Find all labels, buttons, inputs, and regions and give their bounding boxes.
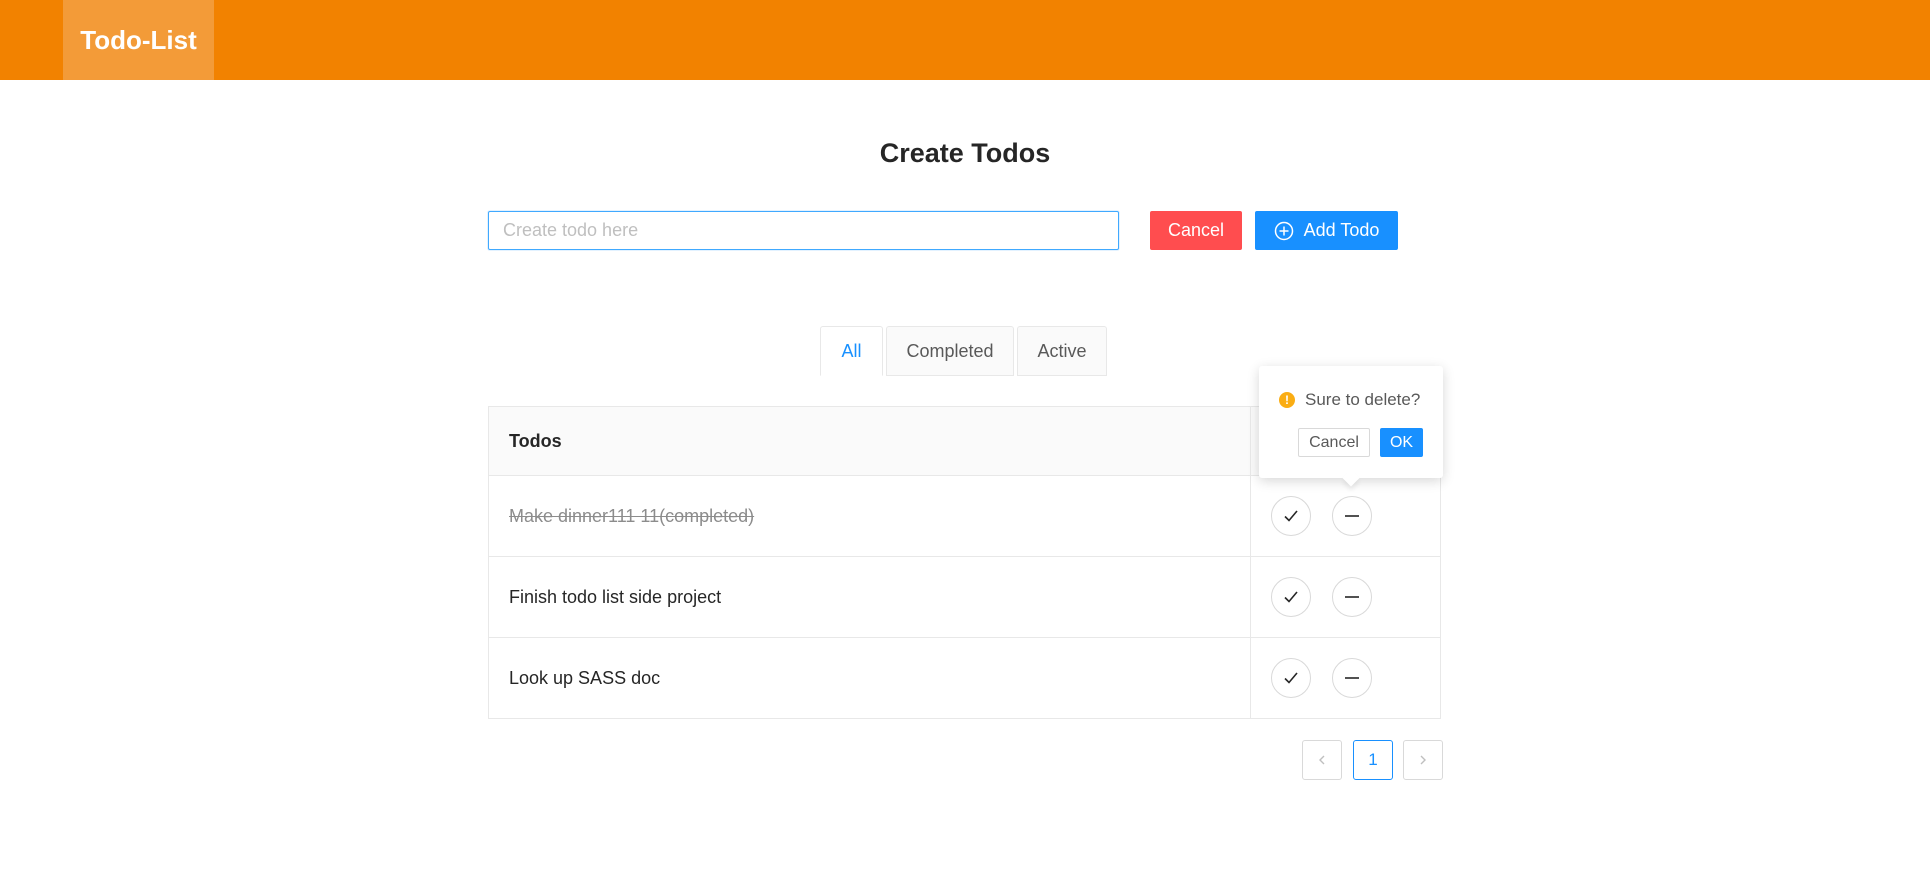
row-actions [1251, 476, 1440, 556]
minus-icon [1345, 515, 1359, 517]
add-todo-button-label: Add Todo [1303, 220, 1380, 240]
row-actions [1251, 638, 1440, 718]
tab-all[interactable]: All [820, 326, 883, 376]
chevron-right-icon [1420, 755, 1426, 765]
table-row: Finish todo list side project [489, 557, 1440, 638]
popconfirm-message: ! Sure to delete? [1279, 390, 1420, 410]
column-header-todos: Todos [489, 407, 1251, 475]
todo-text: Look up SASS doc [489, 638, 1251, 718]
popconfirm-cancel-button[interactable]: Cancel [1298, 428, 1370, 457]
app-header: Todo-List [0, 0, 1930, 80]
popconfirm-ok-button[interactable]: OK [1380, 428, 1423, 457]
app-logo[interactable]: Todo-List [63, 0, 214, 80]
page-title: Create Todos [879, 138, 1051, 168]
todo-input[interactable] [488, 211, 1119, 250]
chevron-left-icon [1319, 755, 1325, 765]
add-todo-button[interactable]: Add Todo [1255, 211, 1398, 250]
todo-text: Make dinner111 11(completed) [489, 476, 1251, 556]
complete-button[interactable] [1271, 496, 1311, 536]
exclamation-circle-icon: ! [1279, 392, 1295, 408]
delete-popconfirm: ! Sure to delete? Cancel OK [1259, 366, 1443, 487]
pagination-next-button[interactable] [1403, 740, 1443, 780]
check-icon [1284, 591, 1298, 603]
check-icon [1284, 510, 1298, 522]
todo-text: Finish todo list side project [489, 557, 1251, 637]
cancel-button[interactable]: Cancel [1150, 211, 1242, 250]
minus-icon [1345, 596, 1359, 598]
pagination-prev-button[interactable] [1302, 740, 1342, 780]
minus-icon [1345, 677, 1359, 679]
plus-circle-icon [1274, 221, 1294, 241]
table-row: Look up SASS doc [489, 638, 1440, 719]
delete-button[interactable] [1332, 658, 1372, 698]
tab-active[interactable]: Active [1017, 326, 1107, 376]
complete-button[interactable] [1271, 577, 1311, 617]
check-icon [1284, 672, 1298, 684]
complete-button[interactable] [1271, 658, 1311, 698]
delete-button[interactable] [1332, 496, 1372, 536]
tab-completed[interactable]: Completed [886, 326, 1014, 376]
row-actions [1251, 557, 1440, 637]
popconfirm-text: Sure to delete? [1305, 390, 1421, 409]
pagination-page-1[interactable]: 1 [1353, 740, 1393, 780]
cancel-button-label: Cancel [1167, 220, 1225, 240]
filter-tabs: All Completed Active [820, 326, 1107, 376]
delete-button[interactable] [1332, 577, 1372, 617]
table-row: Make dinner111 11(completed) [489, 476, 1440, 557]
